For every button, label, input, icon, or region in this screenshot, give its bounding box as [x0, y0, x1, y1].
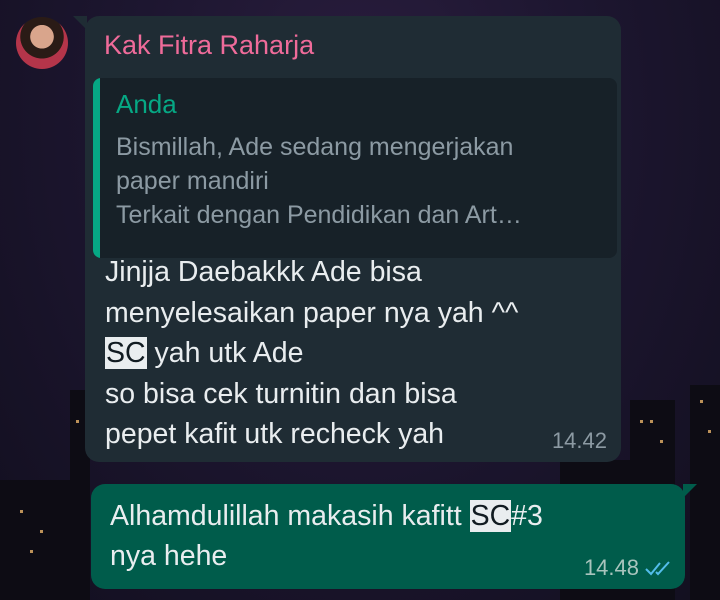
message-line: Alhamdulillah makasih kafitt SC#3 [110, 500, 543, 532]
double-check-icon [645, 561, 670, 576]
quote-author: Anda [116, 89, 177, 119]
message-line: so bisa cek turnitin dan bisa [105, 377, 457, 410]
search-highlight: SC [105, 337, 147, 369]
incoming-message-bubble[interactable]: Kak Fitra Raharja Anda Bismillah, Ade se… [73, 16, 621, 462]
search-highlight: SC [469, 500, 512, 532]
message-line: menyelesaikan paper nya yah ^^ [105, 296, 519, 329]
quote-line: paper mandiri [116, 167, 269, 195]
quoted-message[interactable]: Anda Bismillah, Ade sedang mengerjakan p… [93, 78, 617, 258]
avatar[interactable] [16, 17, 68, 69]
quote-line: Bismillah, Ade sedang mengerjakan [116, 133, 514, 161]
message-time: 14.42 [551, 428, 607, 453]
message-line: SC yah utk Ade [105, 337, 304, 369]
quote-line: Terkait dengan Pendidikan dan Art… [116, 201, 522, 229]
quote-accent-bar [93, 78, 100, 258]
outgoing-message-bubble[interactable]: Alhamdulillah makasih kafitt SC#3 nya he… [91, 484, 697, 589]
sender-name[interactable]: Kak Fitra Raharja [104, 30, 314, 61]
message-line: pepet kafit utk recheck yah [105, 418, 445, 450]
message-meta: 14.48 [584, 555, 675, 581]
message-line: Jinjja Daebakkk Ade bisa [105, 256, 422, 288]
quote-text: Bismillah, Ade sedang mengerjakan paper … [116, 130, 606, 232]
message-text: Jinjja Daebakkk Ade bisa menyelesaikan p… [105, 252, 605, 455]
message-time: 14.48 [583, 555, 639, 580]
